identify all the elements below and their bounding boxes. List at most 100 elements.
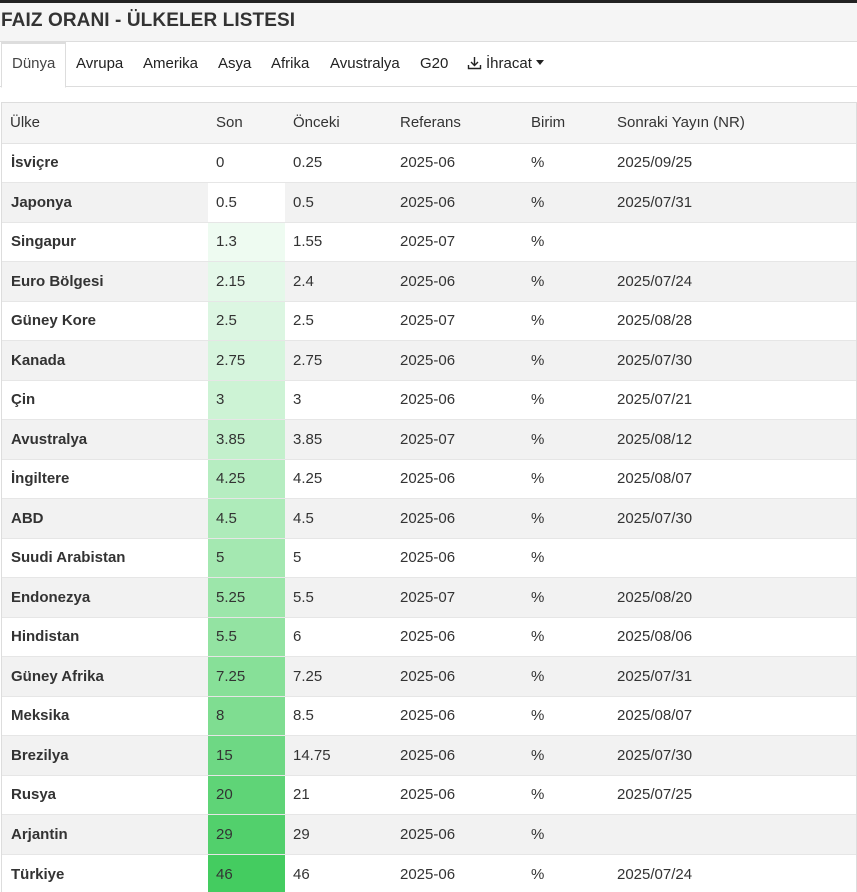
- referans-cell: 2025-06: [400, 154, 456, 172]
- header-son[interactable]: Son: [208, 103, 285, 144]
- onceki-cell: 46: [293, 865, 310, 883]
- table-row: Japonya 0.5 0.5 2025-06% 2025/07/31: [2, 182, 856, 222]
- tab-afrika[interactable]: Afrika: [271, 42, 309, 87]
- tab-amerika[interactable]: Amerika: [143, 42, 198, 87]
- sonraki-cell: 2025/07/30: [609, 498, 856, 538]
- tab-g20[interactable]: G20: [420, 42, 448, 87]
- referans-cell: 2025-06: [392, 261, 523, 301]
- country-cell[interactable]: Hindistan: [2, 617, 208, 657]
- onceki-cell: 5.5: [285, 577, 392, 617]
- country-cell[interactable]: Brezilya: [2, 735, 208, 775]
- tab-asya[interactable]: Asya: [218, 42, 251, 87]
- page-header: FAIZ ORANI - ÜLKELER LISTESI: [0, 3, 857, 42]
- country-cell[interactable]: Arjantin: [2, 814, 208, 854]
- table-row: Meksika 8 8.5 2025-06% 2025/08/07: [2, 696, 856, 736]
- table-row: Singapur 1.3 1.55 2025-07%: [2, 222, 856, 262]
- birim-cell: %: [531, 865, 545, 883]
- header-birim[interactable]: Birim: [523, 103, 609, 144]
- onceki-cell: 7.25: [285, 656, 392, 696]
- country-cell[interactable]: Avustralya: [2, 419, 208, 459]
- son-cell: 3.85: [208, 419, 285, 459]
- birim-cell: %: [531, 470, 545, 488]
- birim-cell: %: [523, 735, 609, 775]
- birim-cell: %: [523, 340, 609, 380]
- tab-avustralya[interactable]: Avustralya: [330, 42, 400, 87]
- birim-cell: %: [523, 182, 609, 222]
- birim-cell: %: [531, 154, 545, 172]
- country-cell[interactable]: Rusya: [2, 775, 208, 815]
- son-cell: 4.25: [208, 459, 285, 499]
- tab-dunya[interactable]: Dünya: [1, 42, 67, 88]
- onceki-cell: 3.85: [285, 419, 392, 459]
- referans-cell: 2025-06: [392, 735, 523, 775]
- son-cell: 2.15: [208, 261, 285, 301]
- son-cell: 0.5: [208, 182, 285, 222]
- onceki-cell: 4.25: [293, 470, 323, 488]
- table-row: İsviçre 0 0.25 2025-06% 2025/09/25: [2, 143, 856, 183]
- table-row: Güney Afrika 7.25 7.25 2025-06% 2025/07/31: [2, 656, 856, 696]
- country-cell[interactable]: Suudi Arabistan: [2, 538, 208, 578]
- table-row: Rusya 20 21 2025-06% 2025/07/25: [2, 775, 856, 815]
- table-row: Endonezya 5.25 5.5 2025-07% 2025/08/20: [2, 577, 856, 617]
- region-tabs: Dünya Avrupa Amerika Asya Afrika Avustra…: [0, 42, 857, 88]
- referans-cell: 2025-07: [400, 233, 456, 251]
- sonraki-cell: 2025/09/25: [617, 154, 693, 172]
- table-header-row: Ülke Son Önceki Referans Birim Sonraki Y…: [2, 103, 856, 144]
- table-row: Çin 3 3 2025-06% 2025/07/21: [2, 380, 856, 420]
- header-onceki[interactable]: Önceki: [285, 103, 392, 144]
- country-cell[interactable]: Singapur: [2, 222, 208, 262]
- onceki-cell: 29: [285, 814, 392, 854]
- birim-cell: %: [531, 391, 545, 409]
- country-cell[interactable]: Meksika: [2, 696, 208, 736]
- onceki-cell: 5: [293, 549, 302, 567]
- son-cell: 2.75: [208, 340, 285, 380]
- referans-cell: 2025-06: [392, 182, 523, 222]
- country-cell[interactable]: Japonya: [2, 182, 208, 222]
- son-cell: 15: [208, 735, 285, 775]
- referans-cell: 2025-06: [400, 865, 456, 883]
- table-row: Kanada 2.75 2.75 2025-06% 2025/07/30: [2, 340, 856, 380]
- son-cell: 8: [208, 696, 285, 736]
- table-row: İngiltere 4.25 4.25 2025-06% 2025/08/07: [2, 459, 856, 499]
- country-cell[interactable]: Euro Bölgesi: [2, 261, 208, 301]
- country-cell[interactable]: Endonezya: [2, 577, 208, 617]
- referans-cell: 2025-06: [400, 628, 456, 646]
- sonraki-cell: 2025/08/20: [609, 577, 856, 617]
- onceki-cell: 2.4: [285, 261, 392, 301]
- birim-cell: %: [523, 261, 609, 301]
- birim-cell: %: [531, 549, 545, 567]
- son-cell: 4.5: [208, 498, 285, 538]
- onceki-cell: 0.5: [285, 182, 392, 222]
- country-cell[interactable]: İsviçre: [2, 143, 208, 183]
- sonraki-cell: 2025/07/31: [609, 182, 856, 222]
- onceki-cell: 21: [293, 786, 310, 804]
- country-cell[interactable]: Çin: [2, 380, 208, 420]
- header-referans[interactable]: Referans: [392, 103, 523, 144]
- table-body: İsviçre 0 0.25 2025-06% 2025/09/25 Japonya 0.5…: [2, 143, 856, 892]
- birim-cell: %: [523, 656, 609, 696]
- page-title: FAIZ ORANI - ÜLKELER LISTESI: [1, 10, 296, 31]
- header-ulke[interactable]: Ülke: [2, 103, 208, 144]
- referans-cell: 2025-06: [392, 340, 523, 380]
- country-cell[interactable]: ABD: [2, 498, 208, 538]
- export-dropdown[interactable]: İhracat: [467, 42, 544, 87]
- referans-cell: 2025-06: [392, 814, 523, 854]
- sonraki-cell: [609, 538, 856, 578]
- tab-avrupa[interactable]: Avrupa: [76, 42, 123, 87]
- country-cell[interactable]: Kanada: [2, 340, 208, 380]
- country-cell[interactable]: Güney Kore: [2, 301, 208, 341]
- birim-cell: %: [523, 498, 609, 538]
- son-cell: 0: [208, 143, 285, 183]
- header-sonraki-yayin[interactable]: Sonraki Yayın (NR): [609, 103, 856, 144]
- country-cell[interactable]: Türkiye: [2, 854, 208, 892]
- birim-cell: %: [523, 814, 609, 854]
- referans-cell: 2025-07: [400, 312, 456, 330]
- son-cell: 1.3: [208, 222, 285, 262]
- country-cell[interactable]: İngiltere: [2, 459, 208, 499]
- table-row: Türkiye 46 46 2025-06% 2025/07/24: [2, 854, 856, 892]
- son-cell: 2.5: [208, 301, 285, 341]
- sonraki-cell: 2025/07/30: [609, 340, 856, 380]
- referans-cell: 2025-07: [392, 419, 523, 459]
- country-cell[interactable]: Güney Afrika: [2, 656, 208, 696]
- son-cell: 5.25: [208, 577, 285, 617]
